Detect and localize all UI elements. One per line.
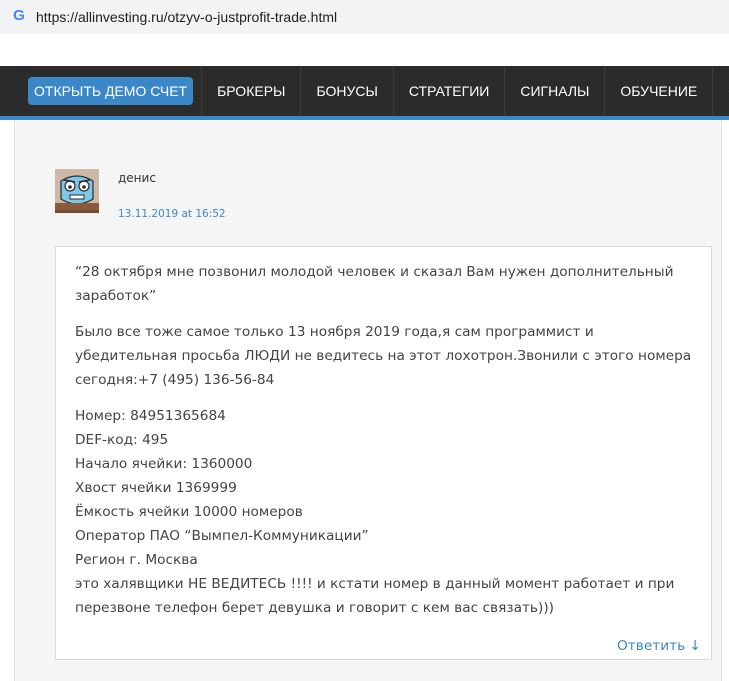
comment-author[interactable]: денис xyxy=(118,171,156,185)
comment-closing: это халявщики НЕ ВЕДИТЕСЬ !!!! и кстати … xyxy=(75,576,675,616)
phone-info-list: Номер: 84951365684 DEF-код: 495 Начало я… xyxy=(75,404,695,572)
reply-link[interactable]: Ответить ↓ xyxy=(617,638,701,654)
comment-body: “28 октября мне позвонил молодой человек… xyxy=(75,260,695,620)
comment-paragraph: Было все тоже самое только 13 ноября 201… xyxy=(75,324,692,388)
comment-box: “28 октября мне позвонил молодой человек… xyxy=(55,246,712,660)
nav-item-education[interactable]: ОБУЧЕНИЕ xyxy=(604,66,712,116)
info-line: Оператор ПАО “Вымпел-Коммуникации” xyxy=(75,528,369,544)
nav-item-strategies[interactable]: СТРАТЕГИИ xyxy=(392,66,504,116)
url-text[interactable]: https://allinvesting.ru/otzyv-o-justprof… xyxy=(36,8,337,26)
comment-quote: “28 октября мне позвонил молодой человек… xyxy=(75,264,674,304)
nav-item-brokers[interactable]: БРОКЕРЫ xyxy=(201,66,300,116)
avatar-face-icon xyxy=(55,169,99,210)
info-line: Номер: 84951365684 xyxy=(75,408,226,424)
main-nav: ОТКРЫТЬ ДЕМО СЧЕТ БРОКЕРЫ БОНУСЫ СТРАТЕГ… xyxy=(0,66,729,120)
info-line: Регион г. Москва xyxy=(75,552,198,568)
comment-section: денис 13.11.2019 at 16:52 “28 октября мн… xyxy=(14,120,722,681)
info-line: Хвост ячейки 1369999 xyxy=(75,480,237,496)
info-line: Ёмкость ячейки 10000 номеров xyxy=(75,504,303,520)
comment-date-link[interactable]: 13.11.2019 at 16:52 xyxy=(118,208,226,220)
google-g-icon: G xyxy=(13,7,25,24)
avatar xyxy=(55,169,99,213)
nav-item-signals[interactable]: СИГНАЛЫ xyxy=(504,66,604,116)
info-line: Начало ячейки: 1360000 xyxy=(75,456,253,472)
info-line: DEF-код: 495 xyxy=(75,432,169,448)
nav-item-reviews[interactable]: ОТЗЫ xyxy=(712,66,729,116)
open-demo-account-button[interactable]: ОТКРЫТЬ ДЕМО СЧЕТ xyxy=(28,77,194,105)
nav-item-bonuses[interactable]: БОНУСЫ xyxy=(300,66,392,116)
browser-address-bar[interactable]: G https://allinvesting.ru/otzyv-o-justpr… xyxy=(0,0,729,34)
